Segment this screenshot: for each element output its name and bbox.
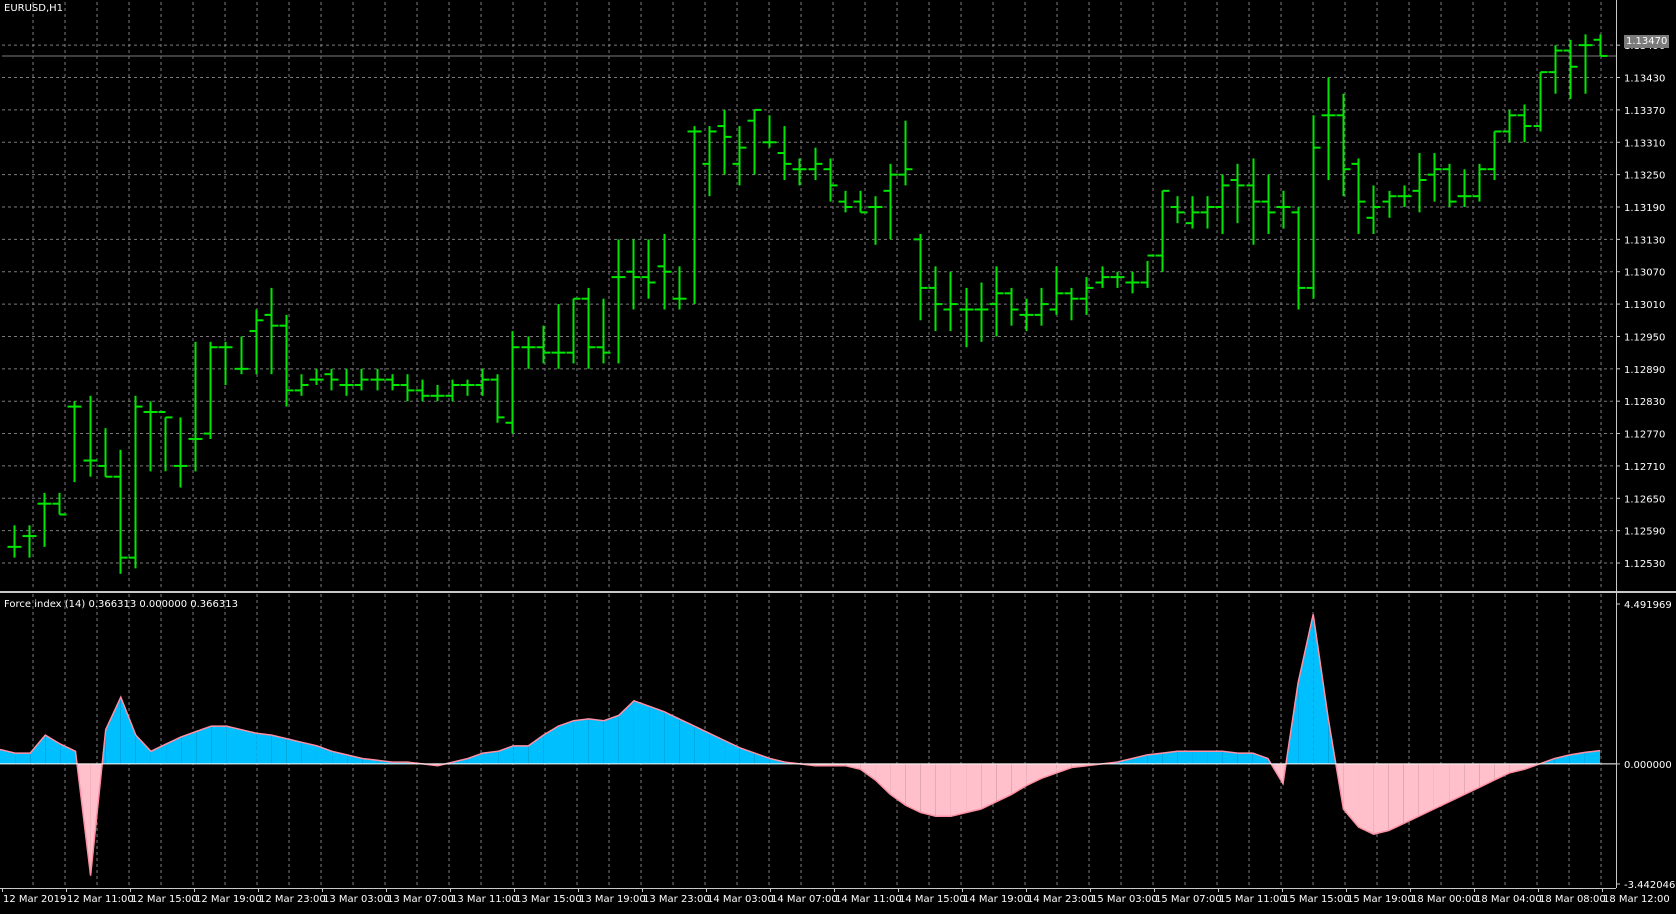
force-area-segment bbox=[603, 715, 619, 764]
force-area-segment bbox=[573, 718, 589, 764]
time-tick-label: 14 Mar 23:00 bbox=[1027, 894, 1094, 905]
force-index-legend: Force index (14) 0.366313 0.000000 0.366… bbox=[4, 599, 238, 610]
time-tick-label: 12 Mar 11:00 bbox=[67, 894, 134, 905]
force-area-segment bbox=[588, 718, 604, 764]
force-area-segment bbox=[1207, 751, 1223, 764]
force-area-segment bbox=[558, 720, 574, 764]
time-tick-label: 15 Mar 07:00 bbox=[1155, 894, 1222, 905]
price-tick-label: 1.12530 bbox=[1624, 559, 1665, 570]
force-area-segment bbox=[649, 706, 665, 764]
price-tick-label: 1.12950 bbox=[1624, 332, 1665, 343]
time-tick-label: 15 Mar 15:00 bbox=[1283, 894, 1350, 905]
force-tick-label: -3.442046 bbox=[1624, 880, 1675, 891]
force-area-segment bbox=[950, 763, 967, 817]
time-tick-label: 15 Mar 19:00 bbox=[1347, 894, 1414, 905]
force-tick-label: 0.000000 bbox=[1624, 760, 1672, 771]
force-area-segment bbox=[1358, 763, 1374, 835]
price-tick-label: 1.13010 bbox=[1624, 300, 1665, 311]
time-tick-label: 14 Mar 07:00 bbox=[771, 894, 838, 905]
price-tick-label: 1.13370 bbox=[1624, 106, 1665, 117]
force-area-segment bbox=[1192, 751, 1208, 764]
force-area-segment bbox=[935, 763, 951, 817]
time-tick-label: 15 Mar 11:00 bbox=[1219, 894, 1286, 905]
chart-canvas: 1.134901.134301.133701.133101.132501.131… bbox=[0, 0, 1676, 910]
time-tick-label: 13 Mar 15:00 bbox=[515, 894, 582, 905]
time-tick-label: 14 Mar 15:00 bbox=[899, 894, 966, 905]
force-area-segment bbox=[513, 745, 529, 764]
force-area-segment bbox=[1373, 763, 1389, 835]
force-area-segment bbox=[966, 763, 982, 813]
price-tick-label: 1.12890 bbox=[1624, 365, 1665, 376]
price-tick-label: 1.13250 bbox=[1624, 171, 1665, 182]
price-tick-label: 1.13430 bbox=[1624, 74, 1665, 85]
time-tick-label: 14 Mar 03:00 bbox=[707, 894, 774, 905]
time-tick-label: 13 Mar 11:00 bbox=[451, 894, 518, 905]
time-tick-label: 13 Mar 19:00 bbox=[579, 894, 646, 905]
price-tick-label: 1.12650 bbox=[1624, 494, 1665, 505]
force-area-segment bbox=[1177, 751, 1193, 764]
time-tick-label: 18 Mar 08:00 bbox=[1539, 894, 1606, 905]
time-tick-label: 12 Mar 19:00 bbox=[195, 894, 262, 905]
force-area-segment bbox=[196, 726, 212, 764]
time-tick-label: 13 Mar 23:00 bbox=[643, 894, 710, 905]
time-tick-label: 12 Mar 23:00 bbox=[259, 894, 326, 905]
force-area-segment bbox=[226, 726, 242, 764]
time-tick-label: 18 Mar 04:00 bbox=[1475, 894, 1542, 905]
force-area-segment bbox=[211, 726, 227, 764]
force-area-segment bbox=[920, 763, 936, 817]
time-tick-label: 12 Mar 15:00 bbox=[131, 894, 198, 905]
force-area-segment bbox=[1237, 753, 1253, 764]
time-tick-label: 14 Mar 19:00 bbox=[963, 894, 1030, 905]
force-area-segment bbox=[256, 733, 272, 764]
price-tick-label: 1.12710 bbox=[1624, 462, 1665, 473]
force-area-segment bbox=[664, 711, 680, 764]
time-tick-label: 13 Mar 07:00 bbox=[387, 894, 454, 905]
time-tick-label: 12 Mar 2019 bbox=[3, 894, 66, 905]
force-area-segment bbox=[241, 729, 257, 764]
symbol-label: EURUSD,H1 bbox=[4, 3, 64, 14]
price-tick-label: 1.13190 bbox=[1624, 203, 1665, 214]
force-area-segment bbox=[271, 735, 287, 764]
time-tick-label: 18 Mar 00:00 bbox=[1411, 894, 1478, 905]
current-price-label[interactable]: 1.13470 bbox=[1624, 35, 1670, 48]
time-tick-label: 13 Mar 03:00 bbox=[323, 894, 390, 905]
force-area-segment bbox=[1403, 763, 1419, 824]
force-tick-label: 4.491969 bbox=[1624, 600, 1672, 611]
force-area-segment bbox=[15, 753, 31, 764]
price-tick-label: 1.13130 bbox=[1624, 235, 1665, 246]
force-area-segment bbox=[633, 700, 650, 764]
time-tick-label: 14 Mar 11:00 bbox=[835, 894, 902, 905]
price-tick-label: 1.12830 bbox=[1624, 397, 1665, 408]
force-area-segment bbox=[1388, 763, 1404, 831]
price-tick-label: 1.13070 bbox=[1624, 268, 1665, 279]
price-tick-label: 1.12770 bbox=[1624, 430, 1665, 441]
time-tick-label: 18 Mar 12:00 bbox=[1603, 894, 1670, 905]
time-tick-label: 15 Mar 03:00 bbox=[1091, 894, 1158, 905]
price-tick-label: 1.12590 bbox=[1624, 527, 1665, 538]
force-area-segment bbox=[905, 763, 921, 813]
force-area-segment bbox=[1418, 763, 1434, 817]
price-tick-label: 1.13310 bbox=[1624, 138, 1665, 149]
chart-window: 1.134901.134301.133701.133101.132501.131… bbox=[0, 0, 1676, 910]
